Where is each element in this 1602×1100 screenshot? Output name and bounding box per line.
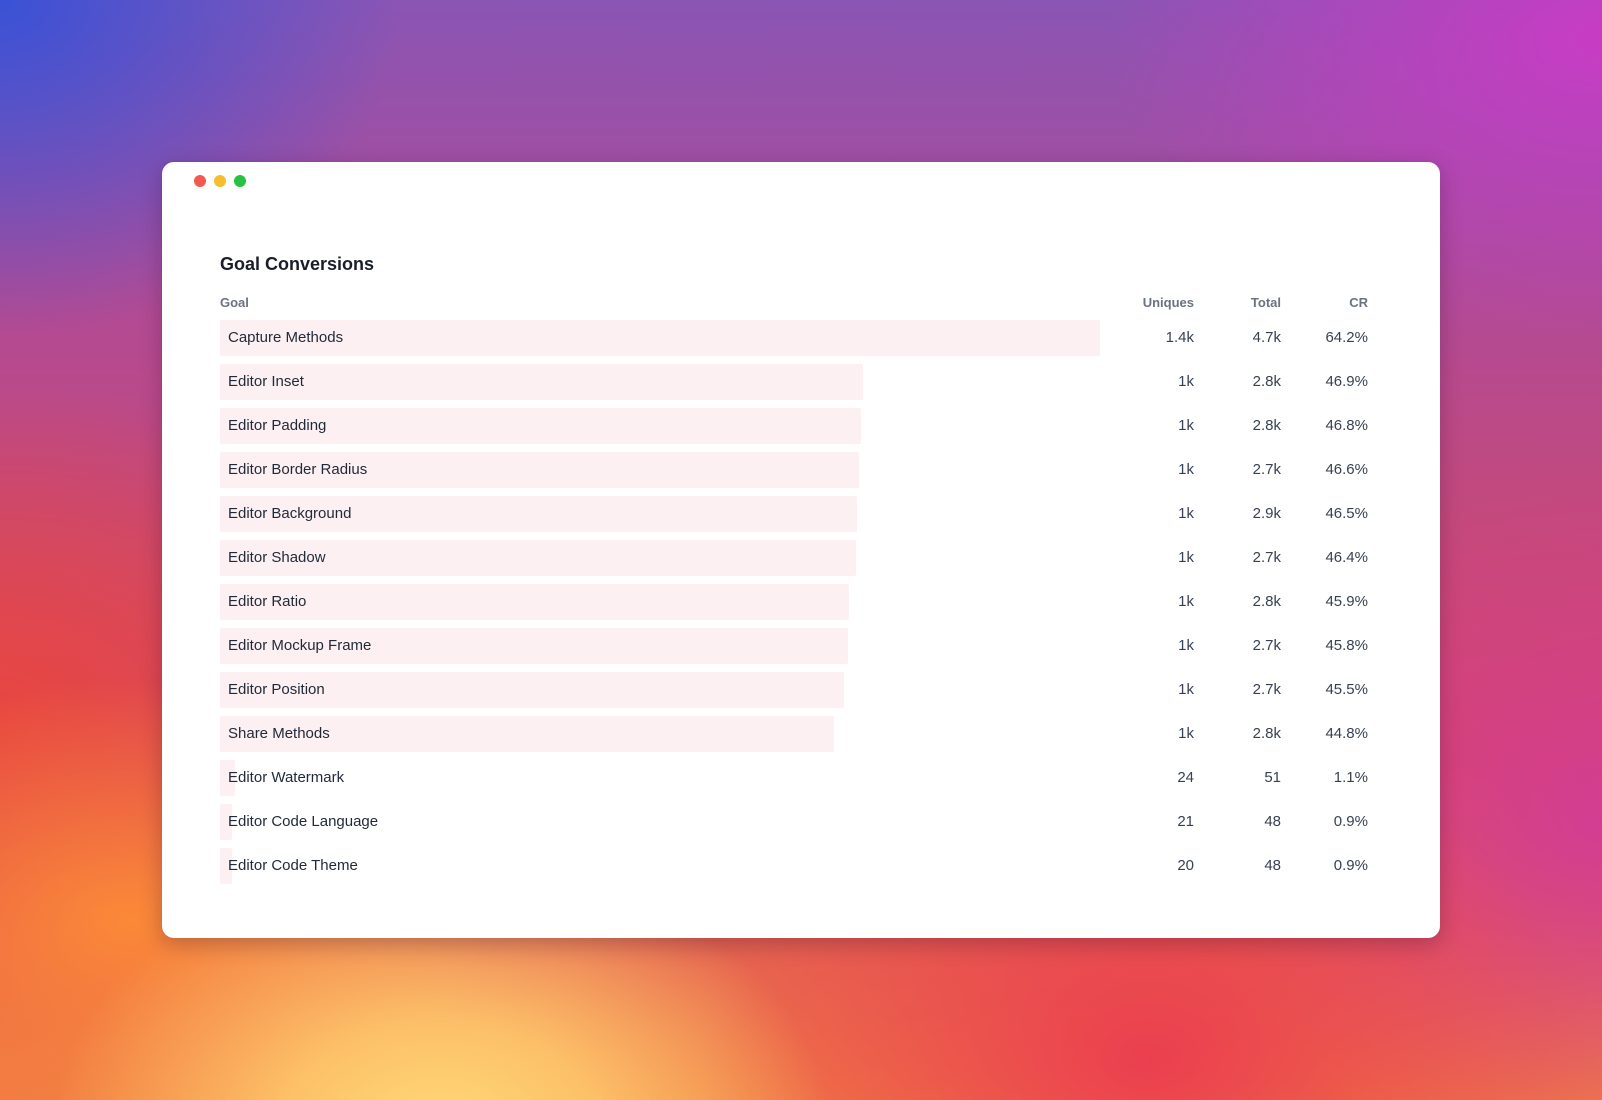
- goal-row[interactable]: Editor Background 1k 2.9k 46.5%: [220, 496, 1368, 532]
- column-header-total: Total: [1250, 295, 1281, 310]
- goal-row[interactable]: Editor Padding 1k 2.8k 46.8%: [220, 408, 1368, 444]
- goal-name[interactable]: Editor Position: [228, 681, 325, 698]
- goal-cr: 46.9%: [1325, 373, 1368, 390]
- close-window-button[interactable]: [194, 175, 206, 187]
- goal-bar: [220, 364, 863, 400]
- goal-total: 4.7k: [1252, 329, 1281, 346]
- goal-uniques: 24: [1177, 769, 1194, 786]
- goal-name[interactable]: Editor Inset: [228, 373, 304, 390]
- table-header: Goal Uniques Total CR: [220, 295, 1368, 311]
- goal-total: 2.8k: [1252, 373, 1281, 390]
- goal-uniques: 1k: [1178, 549, 1194, 566]
- goal-cr: 46.5%: [1325, 505, 1368, 522]
- goal-uniques: 1k: [1178, 373, 1194, 390]
- goal-row[interactable]: Editor Code Theme 20 48 0.9%: [220, 848, 1368, 884]
- panel-title: Goal Conversions: [220, 254, 375, 274]
- goal-total: 48: [1264, 857, 1281, 874]
- goal-cr: 46.6%: [1325, 461, 1368, 478]
- goal-list: Capture Methods 1.4k 4.7k 64.2% Editor Inset…: [220, 320, 1368, 892]
- minimize-window-button[interactable]: [214, 175, 226, 187]
- goal-total: 2.9k: [1252, 505, 1281, 522]
- goal-cr: 46.4%: [1325, 549, 1368, 566]
- goal-name[interactable]: Editor Mockup Frame: [228, 637, 371, 654]
- goal-row[interactable]: Editor Mockup Frame 1k 2.7k 45.8%: [220, 628, 1368, 664]
- window-controls: [194, 175, 246, 187]
- goal-name[interactable]: Editor Shadow: [228, 549, 326, 566]
- goal-cr: 46.8%: [1325, 417, 1368, 434]
- goal-total: 2.7k: [1252, 681, 1281, 698]
- goal-total: 2.8k: [1252, 593, 1281, 610]
- goal-row[interactable]: Editor Inset 1k 2.8k 46.9%: [220, 364, 1368, 400]
- maximize-window-button[interactable]: [234, 175, 246, 187]
- column-header-uniques: Uniques: [1142, 295, 1194, 310]
- goal-name[interactable]: Editor Code Theme: [228, 857, 358, 874]
- goal-name[interactable]: Editor Watermark: [228, 769, 344, 786]
- goal-uniques: 1.4k: [1165, 329, 1194, 346]
- goal-name[interactable]: Editor Padding: [228, 417, 326, 434]
- goal-bar: [220, 584, 849, 620]
- goal-row[interactable]: Editor Shadow 1k 2.7k 46.4%: [220, 540, 1368, 576]
- goal-uniques: 21: [1177, 813, 1194, 830]
- goal-cr: 45.8%: [1325, 637, 1368, 654]
- goal-row[interactable]: Editor Position 1k 2.7k 45.5%: [220, 672, 1368, 708]
- goal-row[interactable]: Editor Watermark 24 51 1.1%: [220, 760, 1368, 796]
- goal-uniques: 1k: [1178, 417, 1194, 434]
- goal-row[interactable]: Capture Methods 1.4k 4.7k 64.2%: [220, 320, 1368, 356]
- goal-cr: 45.9%: [1325, 593, 1368, 610]
- goal-row[interactable]: Share Methods 1k 2.8k 44.8%: [220, 716, 1368, 752]
- goal-name[interactable]: Capture Methods: [228, 329, 343, 346]
- goal-cr: 0.9%: [1333, 857, 1368, 874]
- goal-cr: 64.2%: [1325, 329, 1368, 346]
- goal-total: 2.7k: [1252, 549, 1281, 566]
- goal-name[interactable]: Editor Code Language: [228, 813, 378, 830]
- goal-row[interactable]: Editor Ratio 1k 2.8k 45.9%: [220, 584, 1368, 620]
- goal-uniques: 20: [1177, 857, 1194, 874]
- goal-uniques: 1k: [1178, 725, 1194, 742]
- app-window: Goal Conversions Goal Uniques Total CR C…: [162, 162, 1440, 938]
- goal-name[interactable]: Editor Ratio: [228, 593, 306, 610]
- goal-uniques: 1k: [1178, 505, 1194, 522]
- goal-cr: 44.8%: [1325, 725, 1368, 742]
- goal-cr: 45.5%: [1325, 681, 1368, 698]
- column-header-cr: CR: [1349, 295, 1368, 310]
- goal-uniques: 1k: [1178, 681, 1194, 698]
- goal-row[interactable]: Editor Code Language 21 48 0.9%: [220, 804, 1368, 840]
- goal-total: 2.8k: [1252, 417, 1281, 434]
- goal-total: 51: [1264, 769, 1281, 786]
- goal-cr: 1.1%: [1333, 769, 1368, 786]
- goal-total: 2.8k: [1252, 725, 1281, 742]
- goal-name[interactable]: Editor Background: [228, 505, 351, 522]
- goal-row[interactable]: Editor Border Radius 1k 2.7k 46.6%: [220, 452, 1368, 488]
- goal-uniques: 1k: [1178, 593, 1194, 610]
- goal-total: 2.7k: [1252, 461, 1281, 478]
- goal-total: 48: [1264, 813, 1281, 830]
- goal-bar: [220, 320, 1100, 356]
- goal-uniques: 1k: [1178, 637, 1194, 654]
- goal-name[interactable]: Editor Border Radius: [228, 461, 367, 478]
- goal-name[interactable]: Share Methods: [228, 725, 330, 742]
- goal-uniques: 1k: [1178, 461, 1194, 478]
- goal-cr: 0.9%: [1333, 813, 1368, 830]
- goal-total: 2.7k: [1252, 637, 1281, 654]
- column-header-goal: Goal: [220, 295, 249, 310]
